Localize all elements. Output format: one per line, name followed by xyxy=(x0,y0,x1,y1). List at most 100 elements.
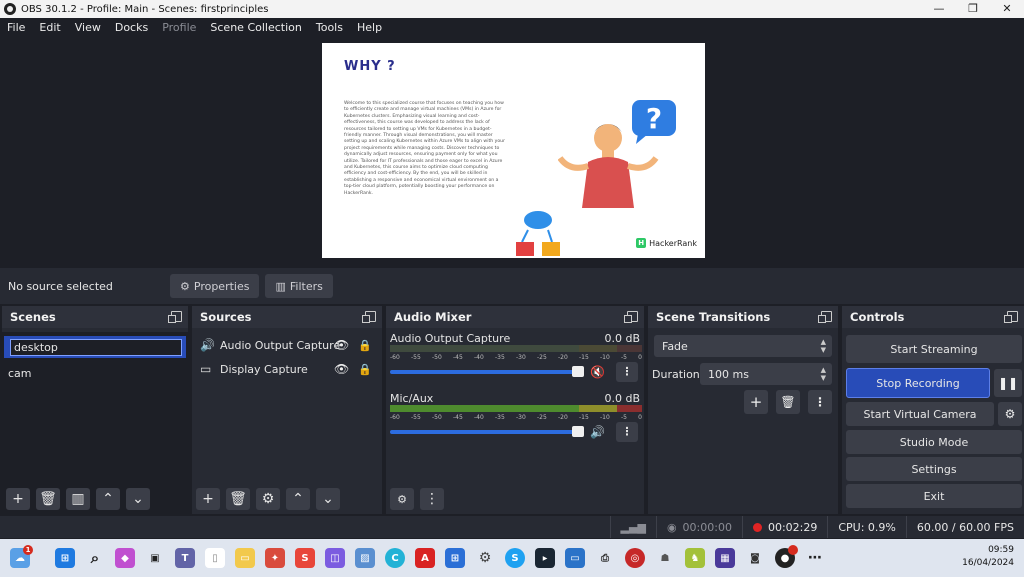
obs-taskbar-icon[interactable]: ● xyxy=(775,545,798,568)
volume-slider[interactable] xyxy=(390,370,578,374)
stream-timer: ◉ 00:00:00 xyxy=(655,516,742,538)
move-scene-up-button[interactable]: ⌃ xyxy=(96,488,120,510)
menu-edit[interactable]: Edit xyxy=(39,21,60,34)
remove-scene-button[interactable]: 🗑 xyxy=(36,488,60,510)
scene-item-desktop[interactable]: desktop xyxy=(4,336,186,358)
menu-tools[interactable]: Tools xyxy=(316,21,343,34)
channel-menu-button[interactable]: ⋮ xyxy=(616,422,638,442)
printer-icon[interactable]: ⎙ xyxy=(595,548,615,568)
filter-icon: ▥ xyxy=(275,279,286,293)
task-view-icon[interactable]: ▣ xyxy=(145,548,165,568)
channel-menu-button[interactable]: ⋮ xyxy=(616,362,638,382)
taskbar-clock[interactable]: 09:59 16/04/2024 xyxy=(962,544,1014,570)
canva-icon[interactable]: C xyxy=(385,548,405,568)
speaker-icon[interactable]: 🔊 xyxy=(590,425,605,439)
overflow-menu-icon[interactable]: ⋯ xyxy=(805,548,825,568)
copilot-icon[interactable]: ◆ xyxy=(115,548,135,568)
properties-button[interactable]: ⚙ Properties xyxy=(170,274,260,298)
lock-icon[interactable]: 🔒 xyxy=(358,339,372,352)
windows-start-icon[interactable]: ⊞ xyxy=(55,548,75,568)
trash-icon: 🗑 xyxy=(780,395,796,409)
app-robot-icon[interactable]: ☗ xyxy=(655,548,675,568)
move-scene-down-button[interactable]: ⌄ xyxy=(126,488,150,510)
skype-icon[interactable]: S xyxy=(505,548,525,568)
menu-profile[interactable]: Profile xyxy=(162,21,196,34)
channel-db: 0.0 dB xyxy=(604,332,640,345)
app-purple-icon[interactable]: ◫ xyxy=(325,548,345,568)
no-source-label: No source selected xyxy=(8,279,113,293)
file-icon[interactable]: ▯ xyxy=(205,548,225,568)
volume-slider-handle[interactable] xyxy=(572,366,584,377)
undock-icon[interactable] xyxy=(624,311,638,323)
app-s-icon[interactable]: S xyxy=(295,548,315,568)
search-icon[interactable]: ⌕ xyxy=(85,548,105,568)
start-virtual-camera-button[interactable]: Start Virtual Camera xyxy=(846,402,994,426)
prime-video-icon[interactable]: ▶ xyxy=(535,548,555,568)
settings-button[interactable]: Settings xyxy=(846,457,1022,481)
maximize-button[interactable]: ❐ xyxy=(956,0,990,18)
scene-item-cam[interactable]: cam xyxy=(2,362,188,384)
hackerrank-icon: H xyxy=(636,238,647,248)
start-streaming-button[interactable]: Start Streaming xyxy=(846,335,1022,363)
visibility-eye-icon[interactable]: 👁 xyxy=(334,338,349,352)
remote-desktop-icon[interactable]: ▭ xyxy=(565,548,585,568)
source-properties-button[interactable]: ⚙ xyxy=(256,488,280,510)
exit-button[interactable]: Exit xyxy=(846,484,1022,508)
move-source-down-button[interactable]: ⌄ xyxy=(316,488,340,510)
virtual-camera-settings-button[interactable]: ⚙ xyxy=(998,402,1022,426)
app-chip-icon[interactable]: ▦ xyxy=(715,548,735,568)
add-transition-button[interactable]: + xyxy=(744,390,768,414)
menu-file[interactable]: File xyxy=(7,21,25,34)
settings-gear-icon[interactable]: ⚙ xyxy=(475,548,495,568)
pause-recording-button[interactable]: ❚❚ xyxy=(994,369,1022,397)
image-viewer-icon[interactable]: ▨ xyxy=(355,548,375,568)
app-game-icon[interactable]: ♞ xyxy=(685,548,705,568)
slide-body: Welcome to this specialized course that … xyxy=(344,101,505,196)
source-item-audio-output[interactable]: 🔊 Audio Output Capture 👁 🔒 xyxy=(192,333,382,357)
app-red-icon[interactable]: ◎ xyxy=(625,548,645,568)
sources-title: Sources xyxy=(200,310,252,324)
volume-slider[interactable] xyxy=(390,430,578,434)
close-button[interactable]: ✕ xyxy=(990,0,1024,18)
menu-scene-collection[interactable]: Scene Collection xyxy=(210,21,301,34)
lock-icon[interactable]: 🔒 xyxy=(358,363,372,376)
teams-icon[interactable]: T xyxy=(175,548,195,568)
fps-readout: 60.00 / 60.00 FPS xyxy=(905,516,1024,538)
undock-icon[interactable] xyxy=(362,311,376,323)
camera-app-icon[interactable]: ◙ xyxy=(745,548,765,568)
signal-bars-icon: ▂▄▆ xyxy=(620,520,646,534)
app-icon[interactable]: ✦ xyxy=(265,548,285,568)
weather-widget-icon[interactable]: ☁ 1 xyxy=(10,545,33,568)
volume-slider-handle[interactable] xyxy=(572,426,584,437)
file-explorer-icon[interactable]: ▭ xyxy=(235,548,255,568)
channel-db: 0.0 dB xyxy=(604,392,640,405)
source-item-display-capture[interactable]: ▭ Display Capture 👁 🔒 xyxy=(192,357,382,381)
remove-source-button[interactable]: 🗑 xyxy=(226,488,250,510)
move-source-up-button[interactable]: ⌃ xyxy=(286,488,310,510)
add-source-button[interactable]: + xyxy=(196,488,220,510)
mixer-menu-button[interactable]: ⋮ xyxy=(420,488,444,510)
gear-icon: ⚙ xyxy=(261,491,275,507)
menu-docks[interactable]: Docks xyxy=(115,21,148,34)
stop-recording-button[interactable]: Stop Recording xyxy=(846,368,990,398)
transition-select[interactable]: Fade ▲ ▼ xyxy=(654,335,832,357)
studio-mode-button[interactable]: Studio Mode xyxy=(846,430,1022,454)
menu-help[interactable]: Help xyxy=(357,21,382,34)
remove-transition-button[interactable]: 🗑 xyxy=(776,390,800,414)
advanced-audio-properties-button[interactable]: ⚙ xyxy=(390,488,414,510)
store-icon[interactable]: ⊞ xyxy=(445,548,465,568)
add-scene-button[interactable]: + xyxy=(6,488,30,510)
duration-spinbox[interactable]: 100 ms ▲ ▼ xyxy=(700,363,832,385)
preview-canvas[interactable]: WHY ? Welcome to this specialized course… xyxy=(322,43,705,258)
transition-menu-button[interactable]: ⋮ xyxy=(808,390,832,414)
visibility-eye-icon[interactable]: 👁 xyxy=(334,362,349,376)
undock-icon[interactable] xyxy=(168,311,182,323)
scene-filters-button[interactable]: ▥ xyxy=(66,488,90,510)
muted-speaker-icon[interactable]: 🔇 xyxy=(590,365,605,379)
undock-icon[interactable] xyxy=(1004,311,1018,323)
filters-button[interactable]: ▥ Filters xyxy=(265,274,333,298)
undock-icon[interactable] xyxy=(818,311,832,323)
acrobat-icon[interactable]: A xyxy=(415,548,435,568)
minimize-button[interactable]: — xyxy=(922,0,956,18)
menu-view[interactable]: View xyxy=(75,21,101,34)
